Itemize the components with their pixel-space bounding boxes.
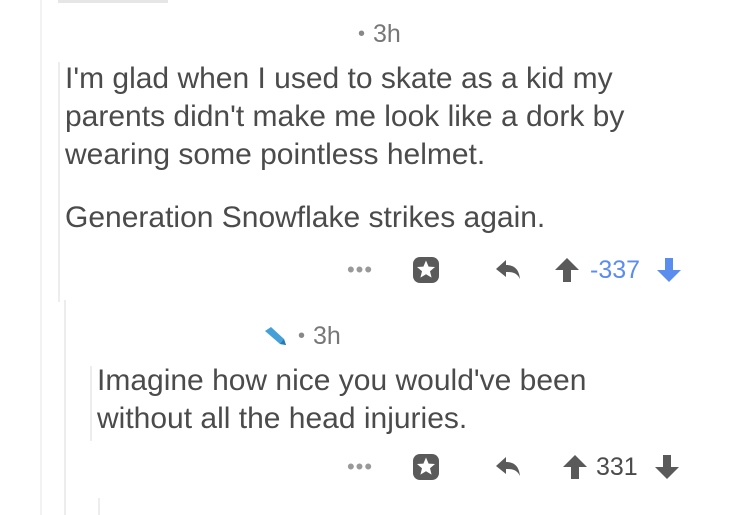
- thread-line-comment2-body: [90, 366, 92, 441]
- pencil-icon: [265, 326, 286, 345]
- upvote-arrow-icon: [563, 455, 587, 479]
- upvote-button[interactable]: [558, 452, 592, 482]
- previous-comment-edge: [58, 0, 168, 3]
- reply-button[interactable]: [488, 452, 528, 482]
- comment-1-actions: ••• -337: [334, 250, 686, 290]
- downvote-button[interactable]: [652, 255, 686, 285]
- comment-2-line-2: without all the head injuries.: [97, 402, 468, 435]
- thread-line-comment1: [58, 62, 60, 302]
- thread-line-outer: [40, 0, 42, 515]
- star-badge-icon: [413, 454, 439, 480]
- star-badge-icon: [413, 257, 439, 283]
- comment-2-meta: • 3h: [262, 322, 341, 351]
- comment-1-meta: • 3h: [358, 20, 401, 49]
- save-button[interactable]: [406, 253, 446, 287]
- more-options-button[interactable]: •••: [334, 257, 386, 283]
- comment-1-line-3: wearing some pointless helmet.: [65, 138, 486, 171]
- thread-line-comment2: [64, 300, 66, 515]
- comment-2-timestamp: 3h: [313, 322, 341, 350]
- downvote-arrow-icon: [657, 258, 682, 282]
- comment-1-score: -337: [590, 255, 641, 284]
- reply-button[interactable]: [488, 255, 528, 285]
- comment-2-line-1: Imagine how nice you would've been: [97, 364, 587, 397]
- comment-1-line-1: I'm glad when I used to skate as a kid m…: [65, 62, 613, 95]
- comment-1-line-4: Generation Snowflake strikes again.: [65, 201, 546, 234]
- user-flair: [262, 325, 290, 349]
- comment-2-body: Imagine how nice you would've been witho…: [97, 362, 717, 438]
- downvote-arrow-icon: [654, 455, 679, 479]
- downvote-button[interactable]: [650, 452, 684, 482]
- separator-dot: •: [358, 23, 366, 45]
- upvote-button[interactable]: [550, 255, 584, 285]
- thread-line-child: [98, 498, 100, 515]
- save-button[interactable]: [406, 450, 446, 484]
- separator-dot: •: [298, 325, 306, 347]
- reply-arrow-icon: [496, 260, 520, 279]
- upvote-arrow-icon: [555, 258, 579, 282]
- comment-1-timestamp: 3h: [373, 20, 401, 48]
- comment-2-score: 331: [596, 452, 638, 481]
- comment-2-actions: ••• 331: [334, 447, 684, 487]
- more-options-button[interactable]: •••: [334, 454, 386, 480]
- reply-arrow-icon: [496, 457, 520, 476]
- comment-1-body: I'm glad when I used to skate as a kid m…: [65, 60, 725, 237]
- comment-1-line-2: parents didn't make me look like a dork …: [65, 100, 625, 133]
